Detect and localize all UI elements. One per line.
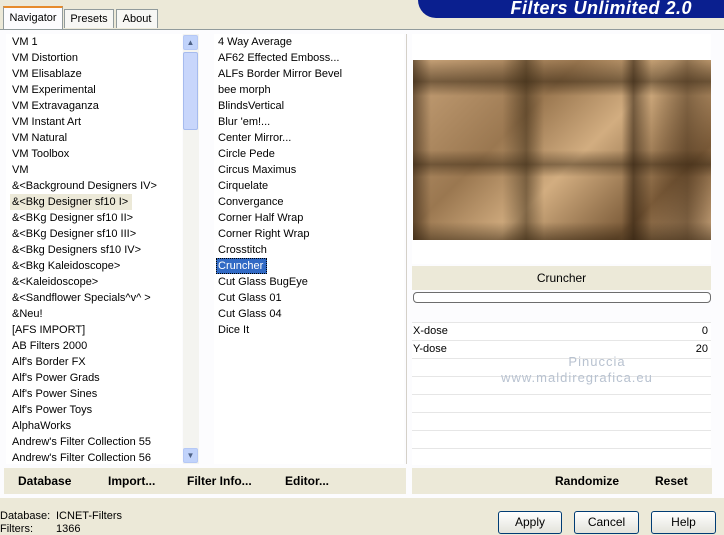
help-button[interactable]: Help <box>651 511 716 534</box>
scroll-up-button[interactable]: ▲ <box>183 35 198 50</box>
category-item[interactable]: Alf's Power Grads <box>10 372 100 384</box>
filter-item[interactable]: Corner Right Wrap <box>216 228 310 240</box>
filter-item[interactable]: BlindsVertical <box>216 100 284 112</box>
arrow-up-icon: ▲ <box>186 38 195 47</box>
slider-label: X-dose <box>413 325 448 337</box>
app-title: Filters Unlimited 2.0 <box>510 0 692 18</box>
filter-item[interactable]: AF62 Effected Emboss... <box>216 52 339 64</box>
category-item[interactable]: AB Filters 2000 <box>10 340 87 352</box>
category-item[interactable]: &<Bkg Designers sf10 IV> <box>10 244 141 256</box>
category-item[interactable]: VM Extravaganza <box>10 100 99 112</box>
filter-item[interactable]: Blur 'em!... <box>216 116 270 128</box>
slider-empty <box>412 430 711 448</box>
category-item[interactable]: Alf's Power Toys <box>10 404 92 416</box>
category-item[interactable]: &Neu! <box>10 308 43 320</box>
slider-empty <box>412 394 711 412</box>
tab-about[interactable]: About <box>116 9 158 28</box>
import-button[interactable]: Import... <box>108 474 155 488</box>
filters-count-label: Filters: <box>0 523 33 535</box>
watermark-url: www.maldiregrafica.eu <box>501 370 653 385</box>
filter-item[interactable]: Cut Glass BugEye <box>216 276 308 288</box>
category-item[interactable]: &<Kaleidoscope> <box>10 276 98 288</box>
category-item[interactable]: &<BKg Designer sf10 II> <box>10 212 133 224</box>
filter-item[interactable]: Cut Glass 04 <box>216 308 282 320</box>
database-status-label: Database: <box>0 510 51 522</box>
tab-presets[interactable]: Presets <box>64 9 114 28</box>
category-item[interactable]: VM <box>10 164 29 176</box>
editor-button[interactable]: Editor... <box>285 474 329 488</box>
scroll-down-button[interactable]: ▼ <box>183 448 198 463</box>
category-item[interactable]: &<Bkg Designer sf10 I> <box>10 194 133 210</box>
slider-x-dose[interactable]: X-dose 0 <box>412 322 711 340</box>
filter-item[interactable]: bee morph <box>216 84 271 96</box>
category-item[interactable]: VM Experimental <box>10 84 96 96</box>
progress-bar <box>413 292 711 303</box>
cancel-button[interactable]: Cancel <box>574 511 639 534</box>
category-item[interactable]: VM Distortion <box>10 52 78 64</box>
divider <box>406 34 407 464</box>
filter-list[interactable]: 4 Way Average AF62 Effected Emboss... ALFs… <box>214 34 404 464</box>
category-item[interactable]: VM Natural <box>10 132 67 144</box>
filters-count-value: 1366 <box>56 523 81 535</box>
category-item[interactable]: &<Background Designers IV> <box>10 180 157 192</box>
slider-empty <box>412 412 711 430</box>
category-item[interactable]: VM Elisablaze <box>10 68 82 80</box>
filter-item[interactable]: Cruncher <box>216 258 268 274</box>
app-header: Filters Unlimited 2.0 <box>418 0 724 18</box>
filter-item[interactable]: ALFs Border Mirror Bevel <box>216 68 342 80</box>
category-item[interactable]: VM 1 <box>10 36 38 48</box>
randomize-button[interactable]: Randomize <box>555 474 619 488</box>
category-item[interactable]: VM Toolbox <box>10 148 69 160</box>
database-status-value: ICNET-Filters <box>56 510 122 522</box>
filter-item[interactable]: Dice It <box>216 324 249 336</box>
category-item[interactable]: Alf's Border FX <box>10 356 86 368</box>
watermark: Pinuccia www.maldiregrafica.eu <box>462 354 692 386</box>
category-item[interactable]: [AFS IMPORT] <box>10 324 85 336</box>
category-item[interactable]: Andrew's Filter Collection 56 <box>10 452 151 464</box>
filter-item[interactable]: Cirquelate <box>216 180 268 192</box>
category-list[interactable]: VM 1 VM Distortion VM Elisablaze VM Experim… <box>6 34 182 464</box>
filter-item[interactable]: Circle Pede <box>216 148 275 160</box>
category-item[interactable]: Andrew's Filter Collection 55 <box>10 436 151 448</box>
preview-image <box>413 60 711 240</box>
category-item[interactable]: VM Instant Art <box>10 116 81 128</box>
reset-button[interactable]: Reset <box>655 474 688 488</box>
filter-item[interactable]: Cut Glass 01 <box>216 292 282 304</box>
watermark-name: Pinuccia <box>568 354 626 369</box>
apply-button[interactable]: Apply <box>498 511 562 534</box>
scroll-thumb[interactable] <box>183 52 198 130</box>
filter-item[interactable]: Circus Maximus <box>216 164 296 176</box>
database-button[interactable]: Database <box>18 474 71 488</box>
filter-item[interactable]: Corner Half Wrap <box>216 212 303 224</box>
filter-item[interactable]: Crosstitch <box>216 244 267 256</box>
tab-navigator[interactable]: Navigator <box>3 6 63 29</box>
preview-filter-name: Cruncher <box>412 266 711 290</box>
slider-value: 20 <box>695 343 708 355</box>
filter-info-button[interactable]: Filter Info... <box>187 474 252 488</box>
arrow-down-icon: ▼ <box>186 451 195 460</box>
category-item[interactable]: Alf's Power Sines <box>10 388 97 400</box>
category-item[interactable]: &<BKg Designer sf10 III> <box>10 228 136 240</box>
category-item[interactable]: &<Bkg Kaleidoscope> <box>10 260 120 272</box>
category-item[interactable]: &<Sandflower Specials^v^ > <box>10 292 151 304</box>
category-item[interactable]: AlphaWorks <box>10 420 71 432</box>
slider-label: Y-dose <box>413 343 447 355</box>
slider-value: 0 <box>701 325 708 337</box>
filter-item[interactable]: Convergance <box>216 196 283 208</box>
filter-item[interactable]: 4 Way Average <box>216 36 292 48</box>
slider-empty <box>412 448 711 465</box>
filter-item[interactable]: Center Mirror... <box>216 132 291 144</box>
category-scrollbar[interactable]: ▲ ▼ <box>183 34 199 464</box>
